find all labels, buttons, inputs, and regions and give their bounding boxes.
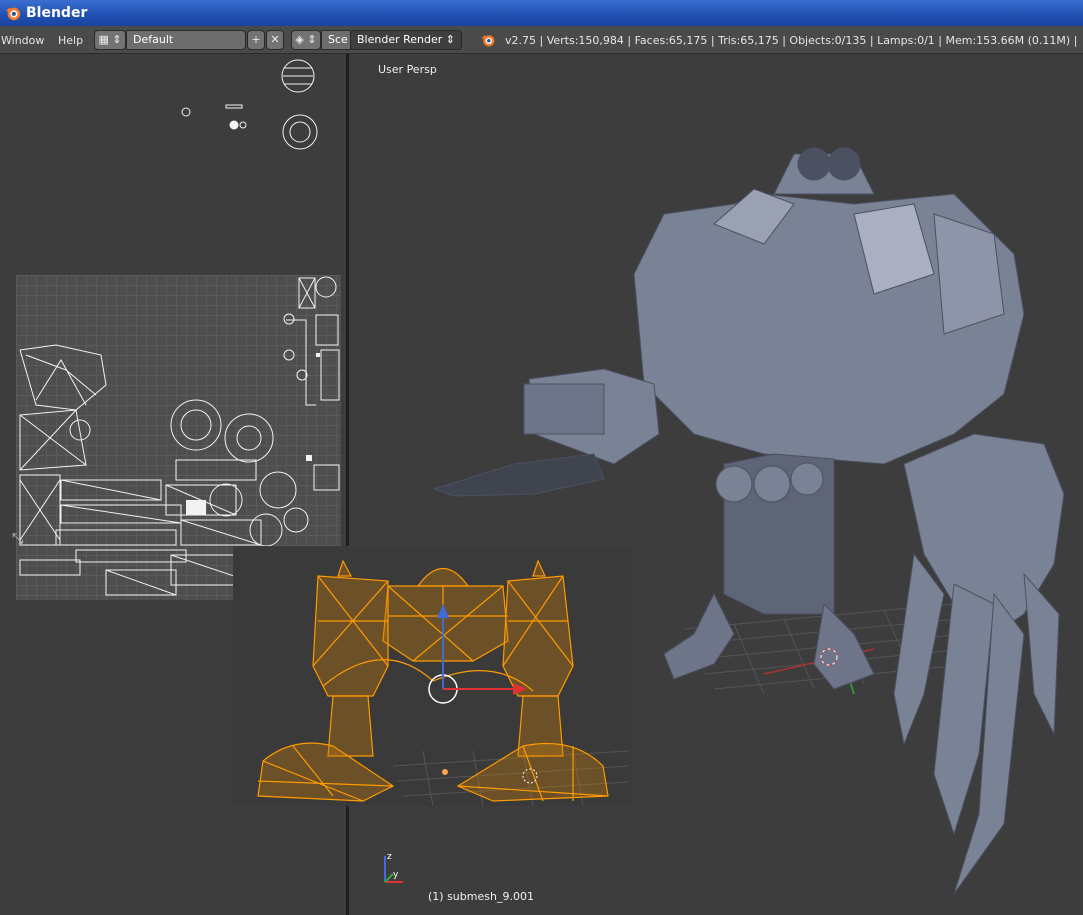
uv-islands-top [181, 59, 318, 150]
delete-screen-button[interactable]: ✕ [266, 30, 284, 50]
uv-cursor-icon: ⤡ [12, 531, 24, 547]
active-object-label: (1) submesh_9.001 [428, 890, 534, 903]
blender-logo-icon [5, 7, 21, 21]
screen-layout-field[interactable]: Default [126, 30, 246, 50]
chevron-updown-icon: ⇕ [445, 33, 455, 46]
scene-selector[interactable]: ◈ ⇕ [291, 30, 321, 50]
info-header: Window Help ▦ ⇕ Default + ✕ ◈ ⇕ Sce Blen… [0, 26, 1083, 54]
scene-statistics: v2.75 | Verts:150,984 | Faces:65,175 | T… [505, 34, 1080, 47]
view-name-label: User Persp [378, 63, 437, 76]
screen-layout-selector[interactable]: ▦ ⇕ [94, 30, 126, 50]
layout-icon: ▦ ⇕ [98, 33, 122, 46]
scene-icon: ◈ ⇕ [295, 33, 317, 46]
wireframe-mech-model [257, 559, 629, 807]
render-engine-label: Blender Render [357, 33, 443, 46]
close-icon: ✕ [270, 33, 280, 46]
scene-field[interactable]: Sce [321, 30, 351, 50]
wireframe-overlay [233, 546, 633, 807]
menu-window[interactable]: Window [1, 34, 44, 47]
3d-viewport[interactable]: User Persp z y (1) submesh_9.001 [233, 54, 1083, 915]
axis-y-label: y [393, 870, 399, 880]
add-screen-button[interactable]: + [247, 30, 265, 50]
add-icon: + [251, 33, 261, 46]
blender-render-icon [481, 35, 495, 47]
window-titlebar: Blender [0, 0, 1083, 26]
render-engine-dropdown[interactable]: Blender Render ⇕ [350, 30, 462, 50]
window-title: Blender [26, 5, 88, 21]
axis-gizmo-icon: z y [384, 852, 403, 883]
menu-help[interactable]: Help [58, 34, 83, 47]
axis-z-label: z [387, 852, 392, 862]
